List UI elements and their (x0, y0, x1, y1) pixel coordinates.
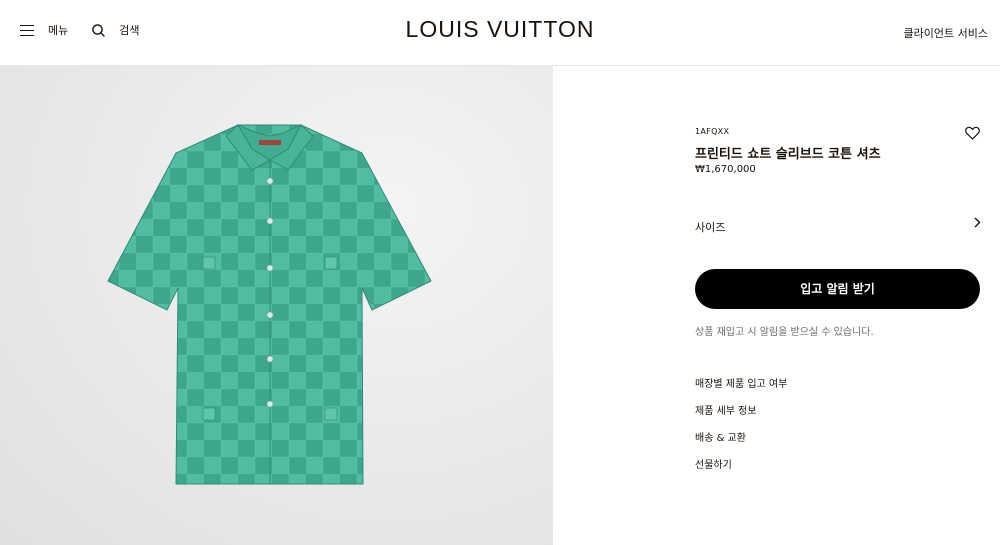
client-service-link[interactable]: 클라이언트 서비스 (904, 25, 988, 41)
product-image[interactable] (0, 66, 553, 545)
shipping-returns-link[interactable]: 배송 & 교환 (695, 432, 787, 459)
brand-logo[interactable]: LOUIS VUITTON (0, 16, 1000, 43)
product-sku: 1AFQXX (695, 127, 730, 136)
chevron-right-icon (974, 217, 981, 228)
product-name: 프린티드 쇼트 슬리브드 코튼 셔츠 (695, 147, 881, 162)
restock-note: 상품 재입고 시 알림을 받으실 수 있습니다. (695, 327, 874, 338)
product-info-links: 매장별 제품 입고 여부 제품 세부 정보 배송 & 교환 선물하기 (695, 378, 787, 486)
size-label: 사이즈 (695, 221, 726, 234)
product-detail-panel: 1AFQXX 프린티드 쇼트 슬리브드 코튼 셔츠 ₩1,670,000 사이즈… (553, 66, 1000, 545)
shirt-illustration (107, 123, 432, 485)
product-details-link[interactable]: 제품 세부 정보 (695, 405, 787, 432)
heart-icon[interactable] (965, 126, 980, 140)
notify-restock-button[interactable]: 입고 알림 받기 (695, 269, 980, 309)
size-selector[interactable]: 사이즈 (695, 216, 981, 234)
product-price: ₩1,670,000 (695, 164, 756, 175)
gifting-link[interactable]: 선물하기 (695, 459, 787, 486)
site-header: 메뉴 검색 LOUIS VUITTON 클라이언트 서비스 (0, 0, 1000, 66)
store-availability-link[interactable]: 매장별 제품 입고 여부 (695, 378, 787, 405)
